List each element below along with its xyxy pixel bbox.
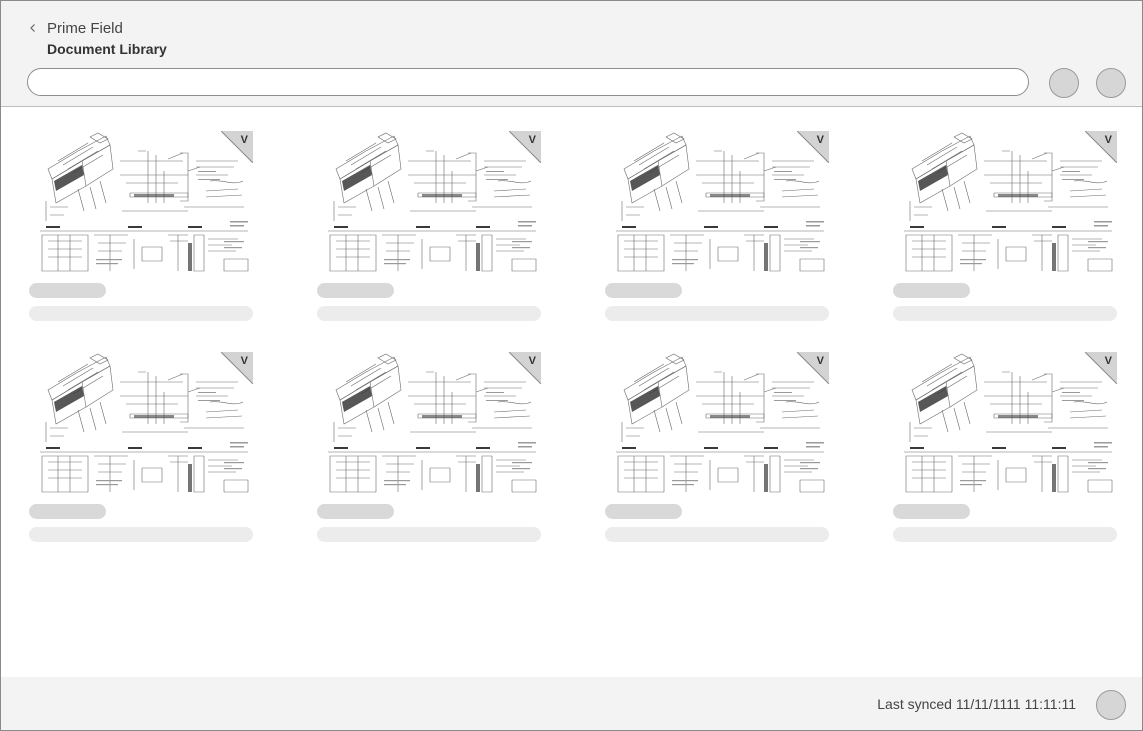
version-badge-label: V (240, 134, 248, 146)
header-action-button-2[interactable] (1096, 68, 1126, 98)
version-badge[interactable]: V (509, 131, 541, 163)
version-badge[interactable]: V (797, 352, 829, 384)
subtitle-skeleton (605, 527, 829, 542)
document-thumbnail: V (38, 352, 253, 495)
title-skeleton (29, 283, 106, 298)
document-thumbnail: V (614, 352, 829, 495)
document-card[interactable]: V (605, 131, 829, 323)
document-card[interactable]: V (605, 352, 829, 544)
document-thumbnail: V (902, 131, 1117, 274)
document-card[interactable]: V (29, 131, 253, 323)
version-badge[interactable]: V (1085, 352, 1117, 384)
subtitle-skeleton (29, 306, 253, 321)
title-skeleton (317, 283, 394, 298)
header-action-button-1[interactable] (1049, 68, 1079, 98)
subtitle-skeleton (893, 306, 1117, 321)
document-card[interactable]: V (893, 131, 1117, 323)
version-badge-label: V (1104, 134, 1112, 146)
version-badge-label: V (240, 355, 248, 367)
title-skeleton (605, 283, 682, 298)
subtitle-skeleton (317, 306, 541, 321)
subtitle-skeleton (29, 527, 253, 542)
version-badge[interactable]: V (1085, 131, 1117, 163)
document-card[interactable]: V (29, 352, 253, 544)
document-thumbnail: V (614, 131, 829, 274)
title-skeleton (893, 283, 970, 298)
version-badge[interactable]: V (221, 131, 253, 163)
title-skeleton (605, 504, 682, 519)
version-badge-label: V (528, 355, 536, 367)
document-thumbnail: V (326, 131, 541, 274)
version-badge[interactable]: V (797, 131, 829, 163)
footer-action-button[interactable] (1096, 690, 1126, 720)
sync-status: Last synced 11/11/1111 11:11:11 (877, 696, 1076, 712)
document-thumbnail: V (326, 352, 541, 495)
title-skeleton (29, 504, 106, 519)
page-title: Document Library (47, 41, 167, 57)
version-badge-label: V (1104, 355, 1112, 367)
footer: Last synced 11/11/1111 11:11:11 (1, 677, 1142, 730)
version-badge-label: V (816, 355, 824, 367)
version-badge[interactable]: V (221, 352, 253, 384)
subtitle-skeleton (317, 527, 541, 542)
document-card[interactable]: V (317, 352, 541, 544)
document-thumbnail: V (38, 131, 253, 274)
document-card[interactable]: V (317, 131, 541, 323)
document-thumbnail: V (902, 352, 1117, 495)
back-label: Prime Field (47, 19, 123, 37)
subtitle-skeleton (605, 306, 829, 321)
back-button[interactable]: Prime Field (29, 18, 123, 38)
version-badge-label: V (816, 134, 824, 146)
header: Prime Field Document Library (1, 1, 1142, 107)
title-skeleton (317, 504, 394, 519)
subtitle-skeleton (893, 527, 1117, 542)
search-input[interactable] (27, 68, 1029, 96)
title-skeleton (893, 504, 970, 519)
version-badge[interactable]: V (509, 352, 541, 384)
document-card[interactable]: V (893, 352, 1117, 544)
version-badge-label: V (528, 134, 536, 146)
chevron-left-icon (29, 18, 47, 38)
app-window: Prime Field Document Library V V V V V V… (0, 0, 1143, 731)
